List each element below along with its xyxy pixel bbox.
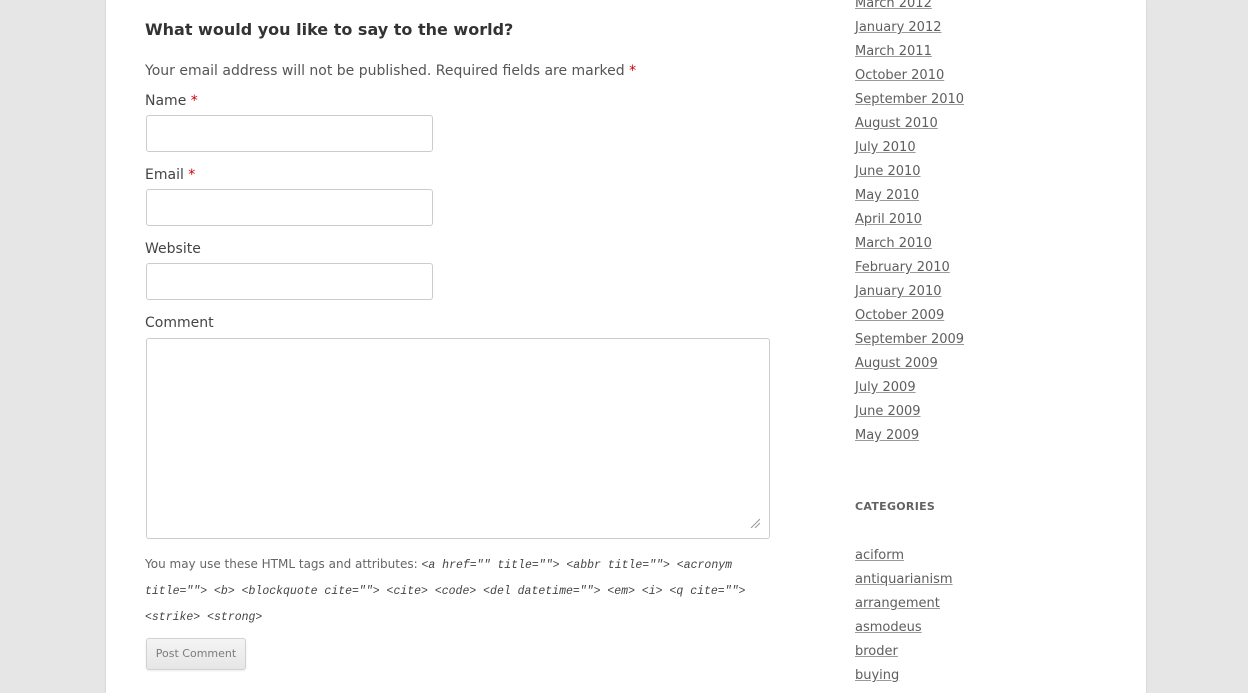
category-item: broder (855, 640, 953, 664)
archive-item: August 2009 (855, 352, 964, 376)
archive-item: January 2010 (855, 280, 964, 304)
archive-link[interactable]: October 2009 (855, 308, 944, 323)
reply-title: What would you like to say to the world? (145, 20, 514, 39)
archive-item: October 2009 (855, 304, 964, 328)
archive-item: June 2009 (855, 400, 964, 424)
archive-item: May 2010 (855, 184, 964, 208)
archive-link[interactable]: March 2012 (855, 0, 932, 11)
comment-textarea[interactable] (146, 338, 770, 539)
archive-item: April 2010 (855, 208, 964, 232)
archive-item: August 2010 (855, 112, 964, 136)
comment-notes: Your email address will not be published… (145, 63, 636, 79)
archive-link[interactable]: September 2010 (855, 92, 964, 107)
archive-item: March 2011 (855, 40, 964, 64)
required-marker: * (190, 93, 198, 109)
archive-item: January 2012 (855, 16, 964, 40)
website-label: Website (145, 241, 201, 257)
archive-link[interactable]: August 2009 (855, 356, 938, 371)
archives-list: March 2012 January 2012 March 2011 Octob… (855, 0, 964, 448)
archive-item: March 2012 (855, 0, 964, 16)
category-link[interactable]: buying (855, 668, 899, 683)
archive-link[interactable]: July 2010 (855, 140, 916, 155)
name-label: Name * (145, 93, 198, 109)
category-item: asmodeus (855, 616, 953, 640)
archive-item: February 2010 (855, 256, 964, 280)
category-link[interactable]: antiquarianism (855, 572, 953, 587)
category-item: antiquarianism (855, 568, 953, 592)
archive-item: October 2010 (855, 64, 964, 88)
archive-item: July 2009 (855, 376, 964, 400)
required-marker: * (188, 167, 196, 183)
archive-item: March 2010 (855, 232, 964, 256)
category-link[interactable]: asmodeus (855, 620, 922, 635)
archive-link[interactable]: January 2012 (855, 20, 942, 35)
archive-link[interactable]: March 2011 (855, 44, 932, 59)
email-label: Email * (145, 167, 195, 183)
category-link[interactable]: arrangement (855, 596, 940, 611)
archive-item: July 2010 (855, 136, 964, 160)
name-input[interactable] (146, 115, 433, 152)
archive-link[interactable]: May 2010 (855, 188, 919, 203)
category-item: arrangement (855, 592, 953, 616)
archive-link[interactable]: October 2010 (855, 68, 944, 83)
archive-item: September 2010 (855, 88, 964, 112)
categories-list: aciform antiquarianism arrangement asmod… (855, 544, 953, 688)
comment-label: Comment (145, 315, 214, 331)
archive-link[interactable]: May 2009 (855, 428, 919, 443)
archive-link[interactable]: February 2010 (855, 260, 950, 275)
category-item: buying (855, 664, 953, 688)
category-link[interactable]: aciform (855, 548, 904, 563)
archive-link[interactable]: January 2010 (855, 284, 942, 299)
comment-notes-text: Your email address will not be published… (145, 63, 625, 79)
post-comment-button[interactable]: Post Comment (146, 638, 246, 670)
allowed-tags-intro: You may use these HTML tags and attribut… (145, 557, 418, 571)
archive-link[interactable]: August 2010 (855, 116, 938, 131)
email-label-text: Email (145, 167, 184, 183)
categories-title: CATEGORIES (855, 500, 936, 513)
required-marker: * (629, 63, 637, 79)
archive-link[interactable]: June 2010 (855, 164, 921, 179)
archive-item: May 2009 (855, 424, 964, 448)
allowed-tags: You may use these HTML tags and attribut… (145, 552, 755, 630)
archive-link[interactable]: March 2010 (855, 236, 932, 251)
resize-grip-icon[interactable] (750, 518, 760, 528)
archive-link[interactable]: June 2009 (855, 404, 921, 419)
archive-item: September 2009 (855, 328, 964, 352)
archive-item: June 2010 (855, 160, 964, 184)
archive-link[interactable]: September 2009 (855, 332, 964, 347)
category-item: aciform (855, 544, 953, 568)
category-link[interactable]: broder (855, 644, 898, 659)
website-input[interactable] (146, 263, 433, 300)
name-label-text: Name (145, 93, 187, 109)
page-content: What would you like to say to the world?… (106, 0, 1146, 693)
archive-link[interactable]: April 2010 (855, 212, 922, 227)
archive-link[interactable]: July 2009 (855, 380, 916, 395)
email-input[interactable] (146, 189, 433, 226)
